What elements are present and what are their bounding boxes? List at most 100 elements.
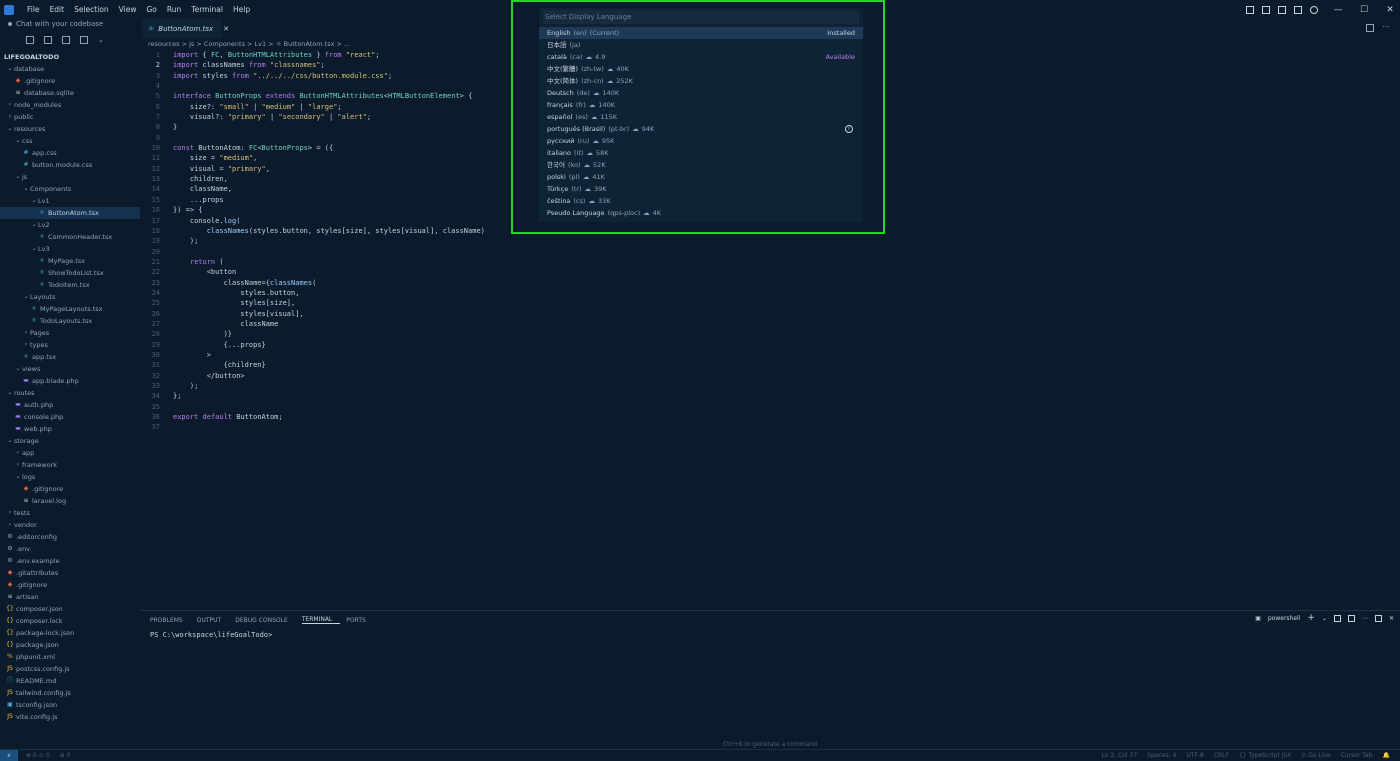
status-right-item[interactable]: Ln 2, Col 37 [1101,752,1137,759]
chevron-down-icon[interactable]: ⌄ [1322,615,1327,622]
code-line[interactable]: 19 ); [140,236,1400,246]
language-option-cs[interactable]: čeština (cs) ☁ 33K [539,195,863,207]
split-terminal-icon[interactable] [1333,615,1341,622]
tree-item-phpunit-xml[interactable]: % phpunit.xml [0,651,140,663]
tree-item-showtodolist-tsx[interactable]: ⚛ ShowTodoList.tsx [0,267,140,279]
split-editor-icon[interactable] [1366,24,1374,32]
chat-with-codebase[interactable]: Chat with your codebase [0,19,140,29]
settings-gear-icon[interactable] [1310,5,1318,14]
display-language-search-input[interactable] [543,10,859,24]
tree-item-composer-lock[interactable]: {} composer.lock [0,615,140,627]
close-tab-icon[interactable]: ✕ [223,25,229,33]
tree-item-database[interactable]: ⌄ database [0,63,140,75]
customize-layout-icon[interactable] [1294,5,1302,14]
code-line[interactable]: 26 styles[visual], [140,309,1400,319]
code-line[interactable]: 20 [140,247,1400,257]
status-right-item[interactable]: CRLF [1214,752,1229,759]
toggle-panel-icon[interactable] [1262,5,1270,14]
close-window-button[interactable]: ✕ [1380,5,1400,15]
status-left-item[interactable]: ⊕ 0 [60,752,71,759]
tree-item--gitignore[interactable]: ◆ .gitignore [0,483,140,495]
status-right-item[interactable]: UTF-8 [1186,752,1204,759]
tree-item-app-tsx[interactable]: ⚛ app.tsx [0,351,140,363]
tree-item--gitignore[interactable]: ◆ .gitignore [0,75,140,87]
tree-item-vite-config-js[interactable]: JS vite.config.js [0,711,140,723]
code-line[interactable]: 28 )} [140,329,1400,339]
tree-item-framework[interactable]: › framework [0,459,140,471]
tree-item-storage[interactable]: ⌄ storage [0,435,140,447]
breadcrumb[interactable]: resources > js > Components > Lv1 > ⚛ Bu… [148,40,350,50]
language-option-pl[interactable]: polski (pl) ☁ 41K [539,171,863,183]
status-right-item[interactable]: Cursor Tab [1341,752,1373,759]
code-line[interactable]: 35 [140,402,1400,412]
tree-item-tailwind-config-js[interactable]: JS tailwind.config.js [0,687,140,699]
language-option-de[interactable]: Deutsch (de) ☁ 140K [539,87,863,99]
language-option-ja[interactable]: 日本語 (ja) [539,39,863,51]
language-option-es[interactable]: español (es) ☁ 115K [539,111,863,123]
code-line[interactable]: 25 styles[size], [140,298,1400,308]
toggle-primary-sidebar-icon[interactable] [1246,5,1254,14]
code-line[interactable]: 37 [140,422,1400,432]
code-line[interactable]: 32 </button> [140,371,1400,381]
tree-item-js[interactable]: ⌄ js [0,171,140,183]
code-line[interactable]: 27 className [140,319,1400,329]
tree-item-buttonatom-tsx[interactable]: ⚛ ButtonAtom.tsx [0,207,140,219]
menu-item-run[interactable]: Run [162,5,186,14]
remote-indicator-icon[interactable]: ⚡ [0,749,18,761]
menu-item-view[interactable]: View [114,5,142,14]
tree-item-database-sqlite[interactable]: ≡ database.sqlite [0,87,140,99]
toggle-secondary-sidebar-icon[interactable] [1278,5,1286,14]
menu-item-file[interactable]: File [22,5,45,14]
language-option-it[interactable]: italiano (it) ☁ 58K [539,147,863,159]
tree-item-css[interactable]: ⌄ css [0,135,140,147]
tree-item-lv3[interactable]: ⌄ Lv3 [0,243,140,255]
status-left-item[interactable]: ⊗ 0 ⚠ 0 [26,752,50,759]
close-panel-icon[interactable]: ✕ [1389,615,1394,622]
code-line[interactable]: 33 ); [140,381,1400,391]
code-line[interactable]: 34}; [140,391,1400,401]
tab-buttonatom[interactable]: ⚛ ButtonAtom.tsx ✕ [142,19,229,38]
tree-item-public[interactable]: › public [0,111,140,123]
tree-item-components[interactable]: ⌄ Components [0,183,140,195]
menu-item-selection[interactable]: Selection [69,5,114,14]
code-line[interactable]: 36 export default ButtonAtom; [140,412,1400,422]
tree-item-commonheader-tsx[interactable]: ⚛ CommonHeader.tsx [0,231,140,243]
language-option-tr[interactable]: Türkçe (tr) ☁ 39K [539,183,863,195]
tree-item-layouts[interactable]: ⌄ Layouts [0,291,140,303]
menu-item-go[interactable]: Go [141,5,161,14]
tree-item--gitattributes[interactable]: ◆ .gitattributes [0,567,140,579]
language-option-qps-ploc[interactable]: Pseudo Language (qps-ploc) ☁ 4K [539,207,863,219]
tree-item-tsconfig-json[interactable]: ▣ tsconfig.json [0,699,140,711]
tree-item--env-example[interactable]: ⚙ .env.example [0,555,140,567]
tree-item-package-json[interactable]: {} package.json [0,639,140,651]
chevron-down-icon[interactable]: ⌄ [98,36,104,44]
tree-item-types[interactable]: › types [0,339,140,351]
status-right-item[interactable]: Spaces: 4 [1147,752,1176,759]
language-option-ru[interactable]: русский (ru) ☁ 95K [539,135,863,147]
info-icon[interactable]: i [845,125,853,133]
tree-item-composer-json[interactable]: {} composer.json [0,603,140,615]
tree-item--editorconfig[interactable]: ⚙ .editorconfig [0,531,140,543]
tree-item-laravel-log[interactable]: ≡ laravel.log [0,495,140,507]
panel-tab-problems[interactable]: PROBLEMS [150,617,191,624]
tree-item--gitignore[interactable]: ◆ .gitignore [0,579,140,591]
kill-terminal-icon[interactable] [1347,615,1355,622]
language-option-ca[interactable]: català (ca) ☁ 4.9 Available [539,51,863,63]
language-option-ko[interactable]: 한국어 (ko) ☁ 52K [539,159,863,171]
panel-tab-debug-console[interactable]: DEBUG CONSOLE [235,617,296,624]
language-option-fr[interactable]: français (fr) ☁ 140K [539,99,863,111]
code-line[interactable]: 22 <button [140,267,1400,277]
tree-item-lv2[interactable]: ⌄ Lv2 [0,219,140,231]
tree-item-app-blade-php[interactable]: ▬ app.blade.php [0,375,140,387]
tree-item-todolayouts-tsx[interactable]: ⚛ TodoLayouts.tsx [0,315,140,327]
code-line[interactable]: 31 {children} [140,360,1400,370]
menu-item-help[interactable]: Help [228,5,255,14]
language-option-zh-cn[interactable]: 中文(简体) (zh-cn) ☁ 252K [539,75,863,87]
tree-item-artisan[interactable]: ≡ artisan [0,591,140,603]
tree-item-lv1[interactable]: ⌄ Lv1 [0,195,140,207]
panel-tab-output[interactable]: OUTPUT [197,617,229,624]
extensions-icon[interactable] [80,36,88,44]
tree-item-package-lock-json[interactable]: {} package-lock.json [0,627,140,639]
language-option-en[interactable]: English (en) (Current) Installed [539,27,863,39]
tree-item-pages[interactable]: › Pages [0,327,140,339]
